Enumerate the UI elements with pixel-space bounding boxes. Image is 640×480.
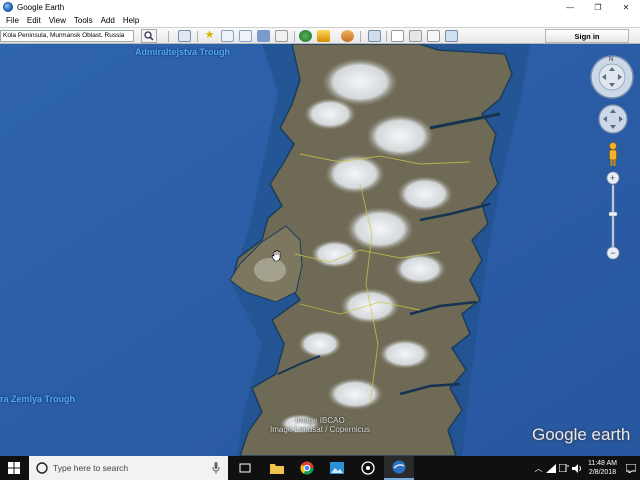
start-button[interactable] [0,456,28,480]
task-view-icon [239,463,251,473]
show-hidden-icons-chevron-icon[interactable]: ︿ [532,456,545,480]
microphone-icon[interactable] [212,462,220,474]
menu-view[interactable]: View [45,16,70,25]
svg-text:N: N [609,57,613,63]
email-icon[interactable] [391,30,404,42]
svg-text:−: − [611,248,616,258]
chrome-button[interactable] [292,456,322,480]
imagery-credits: Image IBCAO Image Landsat / Copernicus [270,416,370,434]
save-image-icon[interactable] [427,30,440,42]
google-earth-taskbar-button[interactable] [384,456,414,480]
hand-cursor-icon [271,250,281,262]
taskbar: Type here to search ︿ 11:48 AM 2/8/2018 [0,456,640,480]
window-controls: — ❐ ✕ [556,0,640,14]
record-tour-icon[interactable] [275,30,288,42]
chrome-icon [300,461,314,475]
task-view-button[interactable] [230,456,260,480]
windows-logo-icon [8,462,20,474]
close-button[interactable]: ✕ [612,0,640,14]
menu-tools[interactable]: Tools [70,16,97,25]
folder-icon [270,463,284,474]
historical-imagery-icon[interactable] [299,30,312,42]
cortana-circle-icon [36,462,48,474]
minimize-button[interactable]: — [556,0,584,14]
toolbar-separator [386,31,387,42]
menu-help[interactable]: Help [119,16,143,25]
toolbar-separator [197,31,198,42]
maximize-button[interactable]: ❐ [584,0,612,14]
photos-icon [330,462,344,474]
toolbar-separator [360,31,361,42]
svg-text:+: + [610,173,615,183]
notifications-icon[interactable] [622,456,640,480]
search-button[interactable] [141,29,157,43]
menu-bar: File Edit View Tools Add Help [0,14,640,27]
clock-time: 11:48 AM [587,460,617,467]
photos-app-button[interactable] [322,456,352,480]
google-earth-app-icon [3,2,13,12]
map-label-trough-top: Admiraltejstva Trough [135,47,231,57]
menu-edit[interactable]: Edit [23,16,45,25]
media-app-button[interactable] [353,456,383,480]
google-earth-icon [392,460,406,474]
network-icon[interactable] [545,456,558,480]
search-icon [144,31,154,41]
media-disc-icon [361,461,375,475]
zoom-slider[interactable]: + − [606,171,620,261]
sign-in-button[interactable]: Sign in [545,29,629,43]
menu-add[interactable]: Add [97,16,119,25]
ruler-icon[interactable] [368,30,381,42]
sunlight-icon[interactable] [317,30,330,42]
system-clock[interactable]: 11:48 AM 2/8/2018 [588,459,617,477]
window-title: Google Earth [17,2,65,12]
title-bar: Google Earth — ❐ ✕ [0,0,640,14]
credit-line: Image Landsat / Copernicus [270,425,371,434]
add-image-overlay-icon[interactable] [257,30,270,42]
look-around-control[interactable]: N [589,54,635,100]
google-earth-logo: Google earth [532,425,631,444]
action-center-icon[interactable] [558,456,571,480]
file-explorer-button[interactable] [262,456,292,480]
map-label-trough-left: ra Zemlya Trough [0,394,76,404]
earth-map-view[interactable]: Admiraltejstva Trough ra Zemlya Trough I… [0,44,640,456]
search-input[interactable]: Kola Peninsula, Murmansk Oblast, Russia [0,30,134,42]
clock-date: 2/8/2018 [588,469,617,476]
move-control[interactable] [598,104,628,134]
volume-icon[interactable] [571,456,584,480]
menu-file[interactable]: File [2,16,23,25]
toolbar-separator [294,31,295,42]
planets-icon[interactable] [341,30,354,42]
add-path-icon[interactable] [239,30,252,42]
sidebar-toggle-icon[interactable] [178,30,191,42]
system-tray: ︿ 11:48 AM 2/8/2018 [532,456,640,480]
print-icon[interactable] [409,30,422,42]
terrain-imagery [0,44,640,456]
add-placemark-icon[interactable]: ★ [203,30,216,42]
add-polygon-icon[interactable] [221,30,234,42]
street-view-pegman-icon[interactable] [606,141,620,167]
toolbar: Kola Peninsula, Murmansk Oblast, Russia … [0,27,640,44]
taskbar-search-placeholder: Type here to search [53,463,129,473]
toolbar-separator [168,31,169,42]
taskbar-search-box[interactable]: Type here to search [29,456,228,480]
view-in-maps-icon[interactable] [445,30,458,42]
credit-line: Image IBCAO [295,416,345,425]
